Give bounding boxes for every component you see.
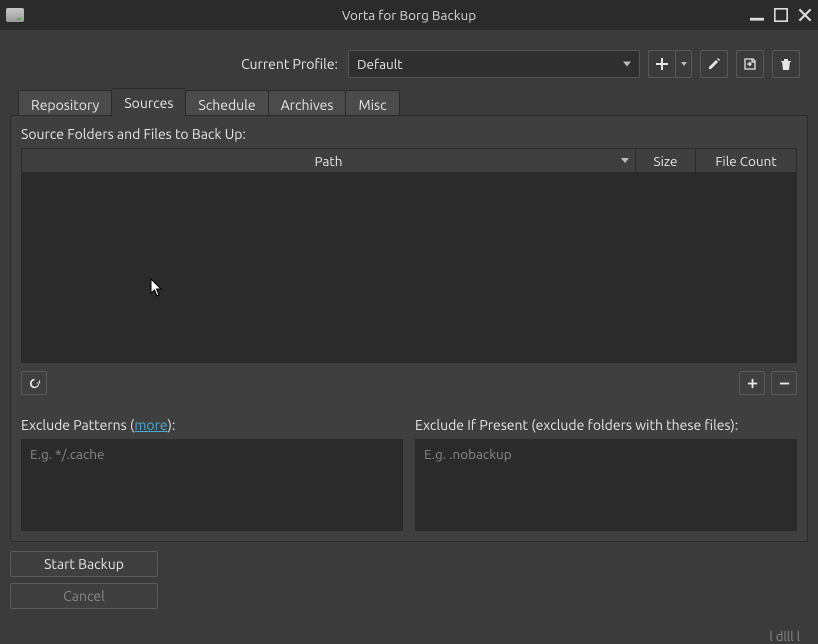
remove-source-button[interactable] xyxy=(771,371,797,395)
edit-icon xyxy=(707,57,721,71)
add-profile-dropdown[interactable] xyxy=(676,50,692,78)
delete-profile-button[interactable] xyxy=(772,50,800,78)
trash-icon xyxy=(779,57,793,71)
sources-table[interactable]: Path Size File Count xyxy=(21,148,797,363)
col-size[interactable]: Size xyxy=(636,149,696,172)
sort-chevron-icon xyxy=(621,158,629,163)
chevron-down-icon xyxy=(623,62,631,67)
tab-archives[interactable]: Archives xyxy=(268,90,347,118)
plus-icon xyxy=(746,377,759,390)
profile-label: Current Profile: xyxy=(241,56,338,72)
bottom-buttons: Start Backup Cancel xyxy=(0,543,168,617)
exclude-if-present-input[interactable] xyxy=(415,439,797,531)
main-window: Current Profile: Default Repository Sour… xyxy=(0,30,818,644)
add-source-button[interactable] xyxy=(739,371,765,395)
tabs: Repository Sources Schedule Archives Mis… xyxy=(0,88,818,116)
tab-repository[interactable]: Repository xyxy=(18,90,112,118)
profile-select[interactable]: Default xyxy=(348,50,640,78)
window-title: Vorta for Borg Backup xyxy=(0,7,818,23)
rename-profile-button[interactable] xyxy=(700,50,728,78)
add-profile-button[interactable] xyxy=(648,50,692,78)
start-backup-button[interactable]: Start Backup xyxy=(10,551,158,577)
exclude-patterns-col: Exclude Patterns (more): xyxy=(21,417,403,531)
bottom-text: l dlll l xyxy=(769,630,800,644)
col-path-label: Path xyxy=(315,153,343,169)
minus-icon xyxy=(778,377,791,390)
plus-icon[interactable] xyxy=(648,50,676,78)
exclude-more-link[interactable]: more xyxy=(134,417,167,433)
sources-panel: Source Folders and Files to Back Up: Pat… xyxy=(10,115,808,542)
tab-misc[interactable]: Misc xyxy=(345,90,399,118)
excludes-row: Exclude Patterns (more): Exclude If Pres… xyxy=(21,417,797,531)
export-icon xyxy=(743,57,757,71)
tab-sources[interactable]: Sources xyxy=(111,88,186,117)
refresh-icon xyxy=(28,377,41,390)
export-profile-button[interactable] xyxy=(736,50,764,78)
table-body[interactable] xyxy=(22,173,796,362)
col-path[interactable]: Path xyxy=(22,149,636,172)
col-file-count[interactable]: File Count xyxy=(696,149,796,172)
tab-schedule[interactable]: Schedule xyxy=(185,90,268,118)
exclude-patterns-input[interactable] xyxy=(21,439,403,531)
refresh-button[interactable] xyxy=(21,371,47,395)
exclude-patterns-label: Exclude Patterns (more): xyxy=(21,417,403,433)
profile-row: Current Profile: Default xyxy=(0,30,818,88)
sources-label: Source Folders and Files to Back Up: xyxy=(21,126,797,142)
exclude-patterns-pre: Exclude Patterns ( xyxy=(21,417,134,433)
titlebar: Vorta for Borg Backup xyxy=(0,0,818,30)
table-actions xyxy=(21,371,797,395)
exclude-if-present-label: Exclude If Present (exclude folders with… xyxy=(415,417,797,433)
cancel-button[interactable]: Cancel xyxy=(10,583,158,609)
profile-selected: Default xyxy=(357,56,403,72)
exclude-patterns-post: ): xyxy=(167,417,175,433)
exclude-if-present-col: Exclude If Present (exclude folders with… xyxy=(415,417,797,531)
table-header: Path Size File Count xyxy=(22,149,796,173)
